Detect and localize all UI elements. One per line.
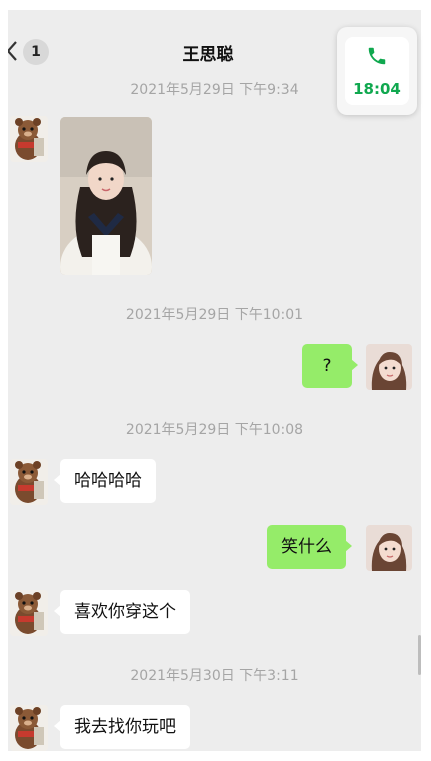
floating-call-widget[interactable]: 18:04 bbox=[337, 27, 417, 115]
message-timestamp: 2021年5月29日 下午10:01 bbox=[125, 307, 304, 323]
message-timestamp: 2021年5月30日 下午3:11 bbox=[130, 668, 299, 684]
incoming-message-bubble[interactable]: 我去找你玩吧 bbox=[54, 705, 190, 749]
shared-photo-message[interactable] bbox=[60, 117, 152, 275]
contact-avatar[interactable] bbox=[10, 116, 48, 162]
outgoing-message-bubble[interactable]: ? bbox=[302, 344, 358, 388]
contact-avatar[interactable] bbox=[10, 459, 48, 505]
outgoing-message-bubble[interactable]: 笑什么 bbox=[267, 525, 352, 569]
back-chevron-icon[interactable] bbox=[8, 40, 20, 62]
unread-count-badge[interactable]: 1 bbox=[23, 39, 49, 65]
phone-icon bbox=[366, 45, 388, 67]
call-duration: 18:04 bbox=[353, 80, 401, 98]
contact-avatar[interactable] bbox=[10, 590, 48, 636]
scrollbar[interactable] bbox=[418, 635, 421, 675]
incoming-message-bubble[interactable]: 哈哈哈哈 bbox=[54, 459, 156, 503]
contact-name-title: 王思聪 bbox=[182, 45, 234, 65]
self-avatar[interactable] bbox=[366, 525, 412, 571]
call-widget-card[interactable]: 18:04 bbox=[345, 37, 409, 105]
chat-screen: 1 王思聪 2021年5月29日 下午9:34 2021年5月29日 下午10:… bbox=[8, 10, 421, 751]
self-avatar[interactable] bbox=[366, 344, 412, 390]
incoming-message-bubble[interactable]: 喜欢你穿这个 bbox=[54, 590, 190, 634]
message-timestamp: 2021年5月29日 下午10:08 bbox=[125, 422, 304, 438]
contact-avatar[interactable] bbox=[10, 705, 48, 751]
